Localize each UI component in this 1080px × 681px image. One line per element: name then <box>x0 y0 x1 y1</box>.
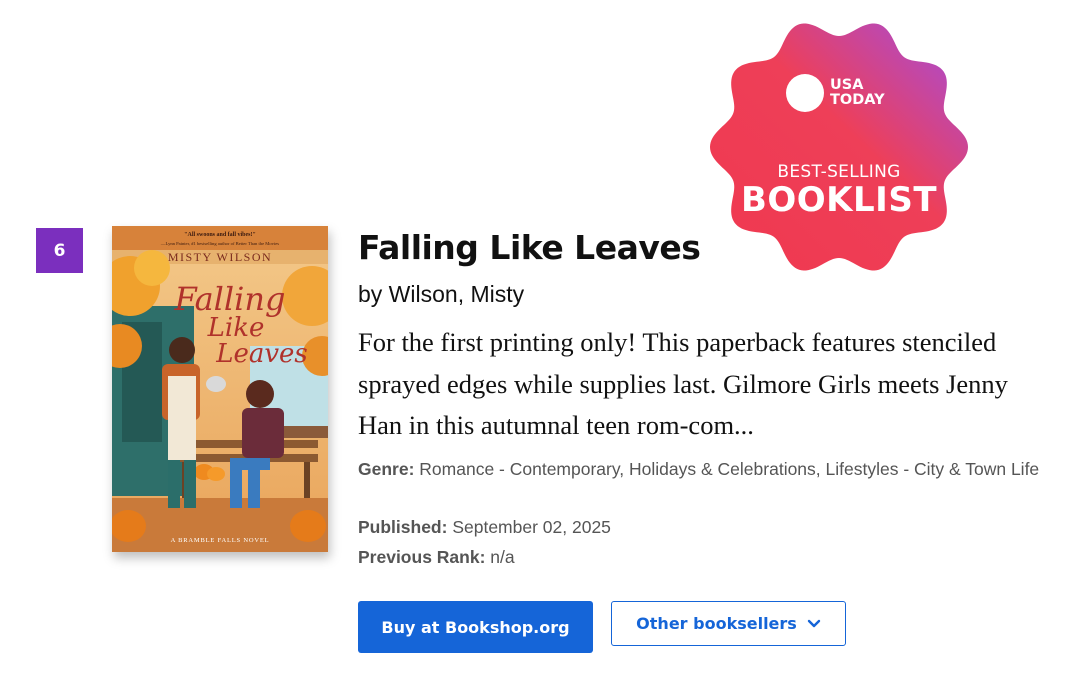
cover-series: A BRAMBLE FALLS NOVEL <box>171 537 270 544</box>
previous-rank-value: n/a <box>490 547 515 567</box>
buy-at-bookshop-button[interactable]: Buy at Bookshop.org <box>358 601 593 653</box>
chevron-down-icon <box>807 619 821 629</box>
book-description: For the first printing only! This paperb… <box>358 327 1008 440</box>
badge-line-best-selling: BEST-SELLING <box>777 162 901 182</box>
genre-label: Genre: <box>358 459 415 479</box>
cover-title-line3: Leaves <box>215 339 308 369</box>
other-booksellers-button[interactable]: Other booksellers <box>611 601 846 646</box>
badge-line-booklist: BOOKLIST <box>740 180 938 220</box>
other-booksellers-label: Other booksellers <box>636 614 797 633</box>
previous-rank-label: Previous Rank: <box>358 547 486 567</box>
genre-row: Genre: Romance - Contemporary, Holidays … <box>358 456 1058 483</box>
book-cover[interactable]: "All swoons and fall vibes!" —Lynn Paint… <box>112 226 328 552</box>
genre-value: Romance - Contemporary, Holidays & Celeb… <box>419 459 1040 479</box>
cover-author: MISTY WILSON <box>168 250 272 264</box>
book-author: by Wilson, Misty <box>358 281 525 307</box>
previous-rank-row: Previous Rank: n/a <box>358 544 1058 571</box>
usa-today-dot-icon <box>786 74 824 112</box>
usa-today-booklist-badge: USA TODAY BEST-SELLING BOOKLIST <box>704 12 974 282</box>
published-value: September 02, 2025 <box>452 517 611 537</box>
open-book-icon <box>705 13 767 36</box>
rank-badge: 6 <box>36 228 83 273</box>
published-label: Published: <box>358 517 448 537</box>
published-row: Published: September 02, 2025 <box>358 514 1058 541</box>
book-title[interactable]: Falling Like Leaves <box>358 228 701 267</box>
cover-quote: "All swoons and fall vibes!" <box>184 232 256 238</box>
usa-today-logo: USA TODAY <box>786 74 910 112</box>
usa-today-wordmark: USA TODAY <box>830 76 885 108</box>
